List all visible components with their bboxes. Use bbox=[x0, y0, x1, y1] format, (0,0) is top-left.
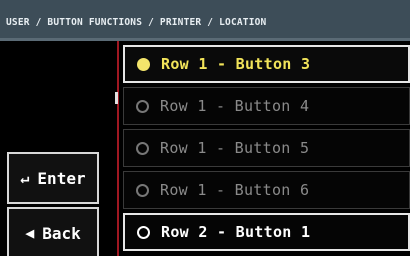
scrollbar-thumb[interactable] bbox=[115, 92, 118, 104]
breadcrumb: USER / BUTTON FUNCTIONS / PRINTER / LOCA… bbox=[0, 0, 410, 38]
radio-empty-icon bbox=[136, 183, 149, 197]
list-item-label: Row 1 - Button 6 bbox=[160, 181, 310, 199]
list-item-row2-button1[interactable]: Row 2 - Button 1 bbox=[123, 213, 410, 251]
enter-label: Enter bbox=[37, 168, 86, 188]
list-item-row1-button4[interactable]: Row 1 - Button 4 bbox=[123, 87, 410, 125]
option-list: Row 1 - Button 3 Row 1 - Button 4 Row 1 … bbox=[123, 45, 410, 255]
back-label: Back bbox=[42, 223, 81, 243]
list-item-label: Row 1 - Button 5 bbox=[160, 139, 310, 157]
list-item-label: Row 1 - Button 4 bbox=[160, 97, 310, 115]
list-divider bbox=[117, 41, 119, 256]
back-button[interactable]: ◀ Back bbox=[7, 207, 99, 256]
radio-empty-icon bbox=[136, 99, 149, 113]
radio-empty-icon bbox=[137, 225, 150, 239]
header-divider bbox=[0, 38, 410, 41]
enter-icon: ↵ bbox=[20, 169, 30, 187]
list-item-row1-button5[interactable]: Row 1 - Button 5 bbox=[123, 129, 410, 167]
back-arrow-icon: ◀ bbox=[25, 224, 35, 242]
enter-button[interactable]: ↵ Enter bbox=[7, 152, 99, 204]
radio-empty-icon bbox=[136, 141, 149, 155]
radio-selected-icon bbox=[137, 57, 150, 71]
list-item-label: Row 1 - Button 3 bbox=[161, 55, 311, 73]
list-item-row1-button6[interactable]: Row 1 - Button 6 bbox=[123, 171, 410, 209]
list-item-row1-button3[interactable]: Row 1 - Button 3 bbox=[123, 45, 410, 83]
list-item-label: Row 2 - Button 1 bbox=[161, 223, 311, 241]
